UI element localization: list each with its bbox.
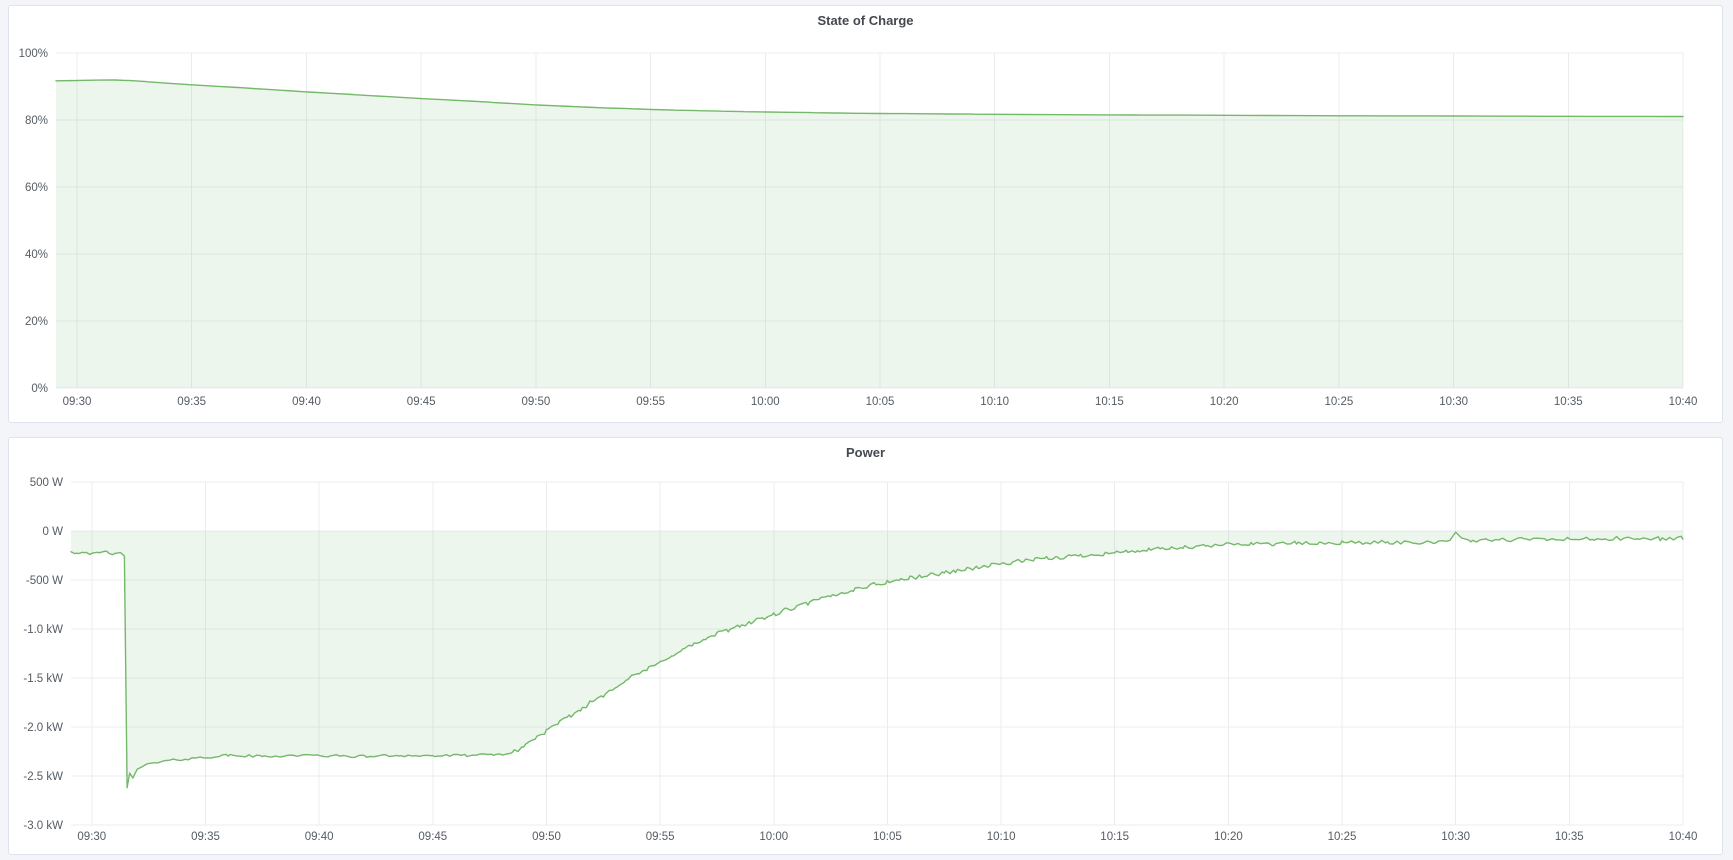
x-axis-labels: 09:30 09:35 09:40 09:45 09:50 09:55 10:00 10:05…: [77, 831, 1697, 843]
x-tick-label: 09:45: [418, 831, 447, 843]
x-tick-label: 10:20: [1210, 396, 1239, 408]
x-tick-label: 09:30: [77, 831, 106, 843]
series-area-fill: [71, 531, 1683, 788]
x-tick-label: 10:30: [1439, 396, 1468, 408]
y-tick-label: 20%: [25, 316, 48, 328]
y-tick-label: 0 W: [43, 526, 64, 538]
y-axis-labels: 500 W 0 W -500 W -1.0 kW -1.5 kW -2.0 kW -2.5 …: [23, 477, 63, 832]
power-chart[interactable]: 500 W 0 W -500 W -1.0 kW -1.5 kW -2.0 kW -2.5 …: [9, 438, 1724, 856]
x-tick-label: 10:05: [866, 396, 895, 408]
x-tick-label: 09:35: [191, 831, 220, 843]
y-tick-label: 40%: [25, 249, 48, 261]
x-tick-label: 10:15: [1095, 396, 1124, 408]
x-tick-label: 09:55: [636, 396, 665, 408]
x-tick-label: 10:10: [987, 831, 1016, 843]
x-tick-label: 10:30: [1441, 831, 1470, 843]
y-tick-label: 0%: [31, 383, 48, 395]
y-tick-label: 500 W: [30, 477, 63, 489]
panel-power: Power 500 W0 W-500 W-1.0 kW-1.5 kW-2.0 k…: [8, 437, 1723, 855]
y-tick-label: -1.5 kW: [23, 673, 63, 685]
x-tick-label: 09:50: [522, 396, 551, 408]
x-tick-label: 09:40: [305, 831, 334, 843]
x-tick-label: 10:40: [1669, 831, 1698, 843]
x-tick-label: 10:00: [751, 396, 780, 408]
x-tick-label: 10:10: [980, 396, 1009, 408]
x-tick-label: 10:00: [759, 831, 788, 843]
y-tick-label: -500 W: [26, 575, 63, 587]
x-axis-labels: 09:30 09:35 09:40 09:45 09:50 09:55 10:00 10:05…: [63, 396, 1698, 408]
x-tick-label: 09:35: [177, 396, 206, 408]
x-tick-label: 10:35: [1554, 396, 1583, 408]
x-tick-label: 10:15: [1100, 831, 1129, 843]
x-tick-label: 09:45: [407, 396, 436, 408]
y-tick-label: 60%: [25, 182, 48, 194]
x-tick-label: 09:30: [63, 396, 92, 408]
panel-state-of-charge: State of Charge 100%80%60%40%20%0%09:300…: [8, 5, 1723, 423]
x-tick-label: 10:35: [1555, 831, 1584, 843]
x-tick-label: 10:25: [1328, 831, 1357, 843]
y-axis-labels: 100% 80% 60% 40% 20% 0%: [19, 48, 48, 395]
state-of-charge-chart[interactable]: 100%80%60%40%20%0%09:3009:3509:4009:4509…: [9, 6, 1724, 424]
x-tick-label: 09:50: [532, 831, 561, 843]
y-tick-label: -2.0 kW: [23, 722, 63, 734]
y-tick-label: -1.0 kW: [23, 624, 63, 636]
y-tick-label: 100%: [19, 48, 48, 60]
y-tick-label: -3.0 kW: [23, 820, 63, 832]
x-tick-label: 10:05: [873, 831, 902, 843]
y-tick-label: 80%: [25, 115, 48, 127]
y-tick-label: -2.5 kW: [23, 771, 63, 783]
x-tick-label: 09:40: [292, 396, 321, 408]
x-tick-label: 09:55: [646, 831, 675, 843]
x-tick-label: 10:20: [1214, 831, 1243, 843]
x-tick-label: 10:25: [1325, 396, 1354, 408]
series-area-fill: [56, 80, 1683, 388]
x-tick-label: 10:40: [1669, 396, 1698, 408]
